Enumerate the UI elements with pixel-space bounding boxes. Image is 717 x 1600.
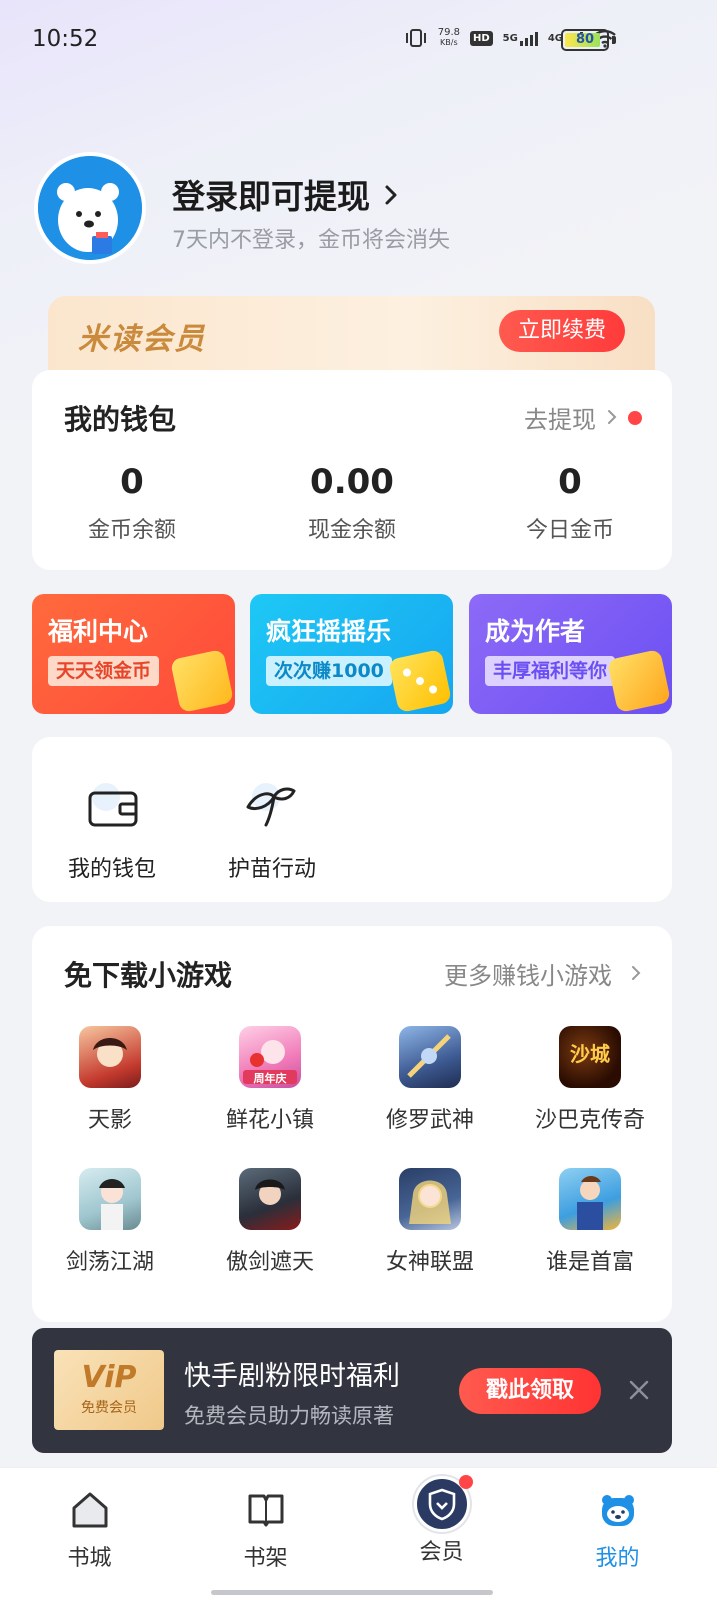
net-speed: 79.8 KB/s	[437, 27, 460, 48]
signal-5g-icon: 5G	[503, 30, 538, 46]
vip-title: 米读会员	[78, 322, 206, 357]
game-badge: 沙城	[570, 1042, 610, 1066]
drama-fans-promo[interactable]: ViP 免费会员 快手剧粉限时福利 免费会员助力畅读原著 戳此领取	[32, 1328, 672, 1453]
stat-cash-balance[interactable]: 0.00 现金余额	[252, 462, 452, 544]
login-title: 登录即可提现	[172, 177, 370, 216]
book-icon	[246, 1490, 286, 1530]
tab-bookstore[interactable]: 书城	[0, 1468, 179, 1588]
game-item[interactable]: 天影	[40, 1026, 180, 1134]
avatar[interactable]	[34, 152, 146, 264]
game-item[interactable]: 修罗武神	[360, 1026, 500, 1134]
tab-membership[interactable]: 会员	[352, 1468, 531, 1588]
game-badge: 周年庆	[253, 1072, 287, 1085]
game-icon: 沙城	[559, 1026, 621, 1088]
chevron-right-icon	[606, 404, 618, 432]
game-icon	[79, 1026, 141, 1088]
game-icon	[399, 1168, 461, 1230]
login-subtitle: 7天内不登录，金币将会消失	[172, 228, 450, 253]
hd-icon: HD	[469, 30, 493, 46]
notification-dot	[628, 410, 642, 425]
promo-title: 快手剧粉限时福利	[184, 1361, 400, 1392]
games-title: 免下载小游戏	[64, 959, 233, 992]
wallet-title: 我的钱包	[64, 403, 177, 436]
login-prompt[interactable]: 登录即可提现	[172, 170, 398, 218]
promo-subtitle: 免费会员助力畅读原著	[184, 1404, 394, 1428]
renew-button[interactable]: 立即续费	[499, 310, 625, 352]
promo-become-author[interactable]: 成为作者 丰厚福利等你	[469, 594, 672, 714]
battery-icon: 80	[561, 29, 609, 51]
more-games-link[interactable]: 更多赚钱小游戏	[444, 956, 642, 991]
bear-mascot-icon	[38, 156, 142, 260]
game-icon	[559, 1168, 621, 1230]
tab-bookshelf[interactable]: 书架	[176, 1468, 355, 1588]
game-item[interactable]: 女神联盟	[360, 1168, 500, 1276]
wallet-card: 我的钱包 去提现 0 金币余额 0.00 现金余额 0 今日金币	[32, 370, 672, 570]
vip-badge: ViP 免费会员	[54, 1350, 164, 1430]
game-item[interactable]: 谁是首富	[520, 1168, 660, 1276]
stat-coin-balance[interactable]: 0 金币余额	[32, 462, 232, 544]
promo-welfare-center[interactable]: 福利中心 天天领金币	[32, 594, 235, 714]
game-item[interactable]: 周年庆 鲜花小镇	[200, 1026, 340, 1134]
tool-my-wallet[interactable]: 我的钱包	[42, 777, 182, 883]
game-icon: 周年庆	[239, 1026, 301, 1088]
bottom-tab-bar: 书城 书架 会员 我的	[0, 1467, 717, 1600]
status-bar: 10:52 79.8 KB/s HD 5G 4G 80	[0, 0, 717, 80]
game-item[interactable]: 傲剑遮天	[200, 1168, 340, 1276]
home-icon	[70, 1490, 110, 1530]
tool-seedling-protect[interactable]: 护苗行动	[202, 777, 342, 883]
mini-games-card: 免下载小游戏 更多赚钱小游戏 天影 周年庆 鲜花小镇 修罗武神 沙城 沙巴克传奇	[32, 926, 672, 1322]
claim-button[interactable]: 戳此领取	[459, 1368, 601, 1414]
stat-today-coins[interactable]: 0 今日金币	[470, 462, 670, 544]
dice-icon	[387, 648, 453, 714]
home-indicator[interactable]	[211, 1590, 493, 1595]
battery-level: 80	[575, 32, 595, 47]
bear-face-icon	[598, 1490, 638, 1530]
game-icon	[399, 1026, 461, 1088]
sprout-icon	[242, 777, 302, 837]
status-time: 10:52	[32, 26, 99, 52]
pencil-icon	[606, 648, 672, 714]
chevron-right-icon	[384, 175, 398, 214]
game-item[interactable]: 沙城 沙巴克传奇	[520, 1026, 660, 1134]
close-icon[interactable]	[628, 1372, 650, 1408]
wallet-icon	[82, 777, 142, 837]
game-icon	[79, 1168, 141, 1230]
chevron-right-icon	[630, 960, 642, 988]
game-item[interactable]: 剑荡江湖	[40, 1168, 180, 1276]
vibrate-icon	[404, 28, 428, 48]
tools-card: 我的钱包 护苗行动	[32, 737, 672, 902]
game-icon	[239, 1168, 301, 1230]
tab-mine[interactable]: 我的	[528, 1468, 707, 1588]
withdraw-link[interactable]: 去提现	[524, 400, 642, 435]
coin-icon	[169, 648, 235, 714]
notification-dot	[458, 1475, 473, 1489]
shield-icon	[413, 1475, 473, 1532]
promo-shake[interactable]: 疯狂摇摇乐 次次赚1000	[250, 594, 453, 714]
